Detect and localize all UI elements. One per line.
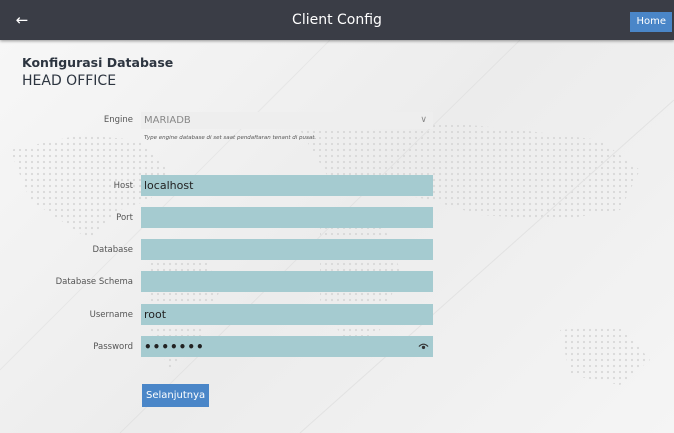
section-heading: Konfigurasi Database HEAD OFFICE <box>22 56 173 90</box>
username-row: Username <box>0 304 674 326</box>
arrow-left-icon: ← <box>15 11 29 29</box>
host-label: Host <box>113 181 133 191</box>
database-input[interactable] <box>141 239 433 260</box>
back-button[interactable]: ← <box>10 8 34 32</box>
background-world-map <box>0 40 674 433</box>
host-input[interactable] <box>141 175 433 196</box>
section-subtitle: HEAD OFFICE <box>22 73 117 89</box>
schema-input[interactable] <box>141 271 433 292</box>
schema-row: Database Schema <box>0 271 674 293</box>
schema-label: Database Schema <box>55 277 133 287</box>
top-bar: Client Config ← Home <box>0 0 674 40</box>
engine-row: Engine MARIADB ∨ <box>0 112 674 134</box>
engine-label: Engine <box>103 115 133 125</box>
database-row: Database <box>0 239 674 261</box>
chevron-down-icon: ∨ <box>420 115 427 125</box>
port-row: Port <box>0 207 674 229</box>
engine-value: MARIADB <box>144 115 191 126</box>
password-input[interactable] <box>141 336 433 357</box>
next-button[interactable]: Selanjutnya <box>142 384 210 407</box>
page-title: Client Config <box>292 12 382 28</box>
eye-icon[interactable] <box>418 341 429 352</box>
home-button[interactable]: Home <box>630 12 672 32</box>
username-input[interactable] <box>141 304 433 325</box>
password-label: Password <box>93 342 133 352</box>
username-label: Username <box>89 310 133 320</box>
password-row: Password <box>0 336 674 358</box>
engine-hint: Type engine database di set saat pendaft… <box>144 135 317 141</box>
host-row: Host <box>0 175 674 197</box>
database-label: Database <box>92 245 133 255</box>
port-label: Port <box>116 213 133 223</box>
section-title: Konfigurasi Database <box>22 55 174 70</box>
port-input[interactable] <box>141 207 433 228</box>
engine-select[interactable]: MARIADB ∨ <box>141 112 433 129</box>
